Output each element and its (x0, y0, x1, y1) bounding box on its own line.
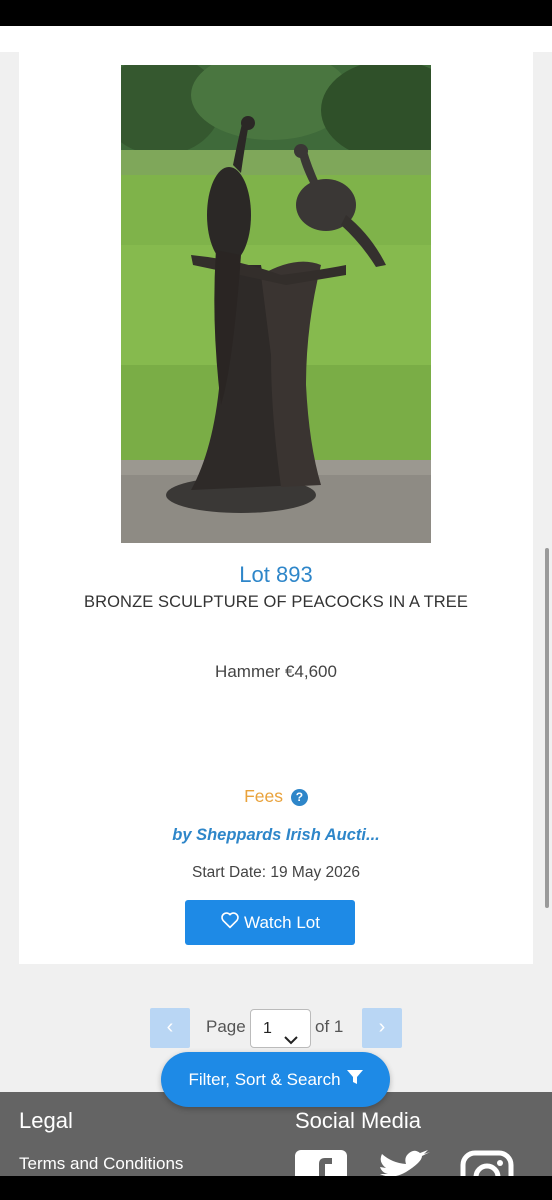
page-label: Page (206, 1017, 246, 1036)
page-select[interactable]: 1 (250, 1009, 311, 1048)
social-media-heading: Social Media (295, 1108, 421, 1133)
twitter-icon[interactable] (378, 1150, 432, 1176)
instagram-icon[interactable] (460, 1150, 514, 1176)
watch-lot-label: Watch Lot (244, 912, 320, 932)
status-bar (0, 0, 552, 26)
heart-outline-icon (220, 911, 240, 934)
pagination: ‹ Page 1 of 1 › (0, 1008, 552, 1048)
previous-page-button[interactable]: ‹ (150, 1008, 190, 1048)
lot-image[interactable] (121, 65, 431, 543)
fees-label: Fees (244, 786, 284, 806)
navigation-bar (0, 1176, 552, 1200)
lot-description: BRONZE SCULPTURE OF PEACOCKS IN A TREE (84, 593, 468, 611)
filter-funnel-icon (346, 1069, 363, 1090)
current-page: 1 (263, 1020, 272, 1037)
filter-sort-search-button[interactable]: Filter, Sort & Search (161, 1052, 390, 1107)
lot-card: Lot 893 BRONZE SCULPTURE OF PEACOCKS IN … (19, 52, 533, 964)
hammer-price: Hammer €4,600 (215, 662, 337, 681)
start-date: Start Date: 19 May 2026 (191, 864, 360, 881)
watch-lot-button[interactable]: Watch Lot (185, 900, 355, 945)
seller-link[interactable]: by Sheppards Irish Aucti... (19, 826, 533, 845)
terms-link[interactable]: Terms and Conditions (19, 1154, 183, 1174)
filter-sort-search-label: Filter, Sort & Search (188, 1069, 341, 1089)
fees-link[interactable]: Fees ? (19, 786, 533, 807)
next-page-button[interactable]: › (362, 1008, 402, 1048)
legal-heading: Legal (19, 1108, 73, 1133)
scrollbar[interactable] (545, 548, 549, 908)
facebook-icon[interactable] (295, 1150, 347, 1176)
lot-number[interactable]: Lot 893 (19, 562, 533, 588)
page-count: of 1 (315, 1017, 344, 1036)
question-circle-icon[interactable]: ? (290, 789, 308, 806)
previous-card-edge (0, 26, 552, 52)
